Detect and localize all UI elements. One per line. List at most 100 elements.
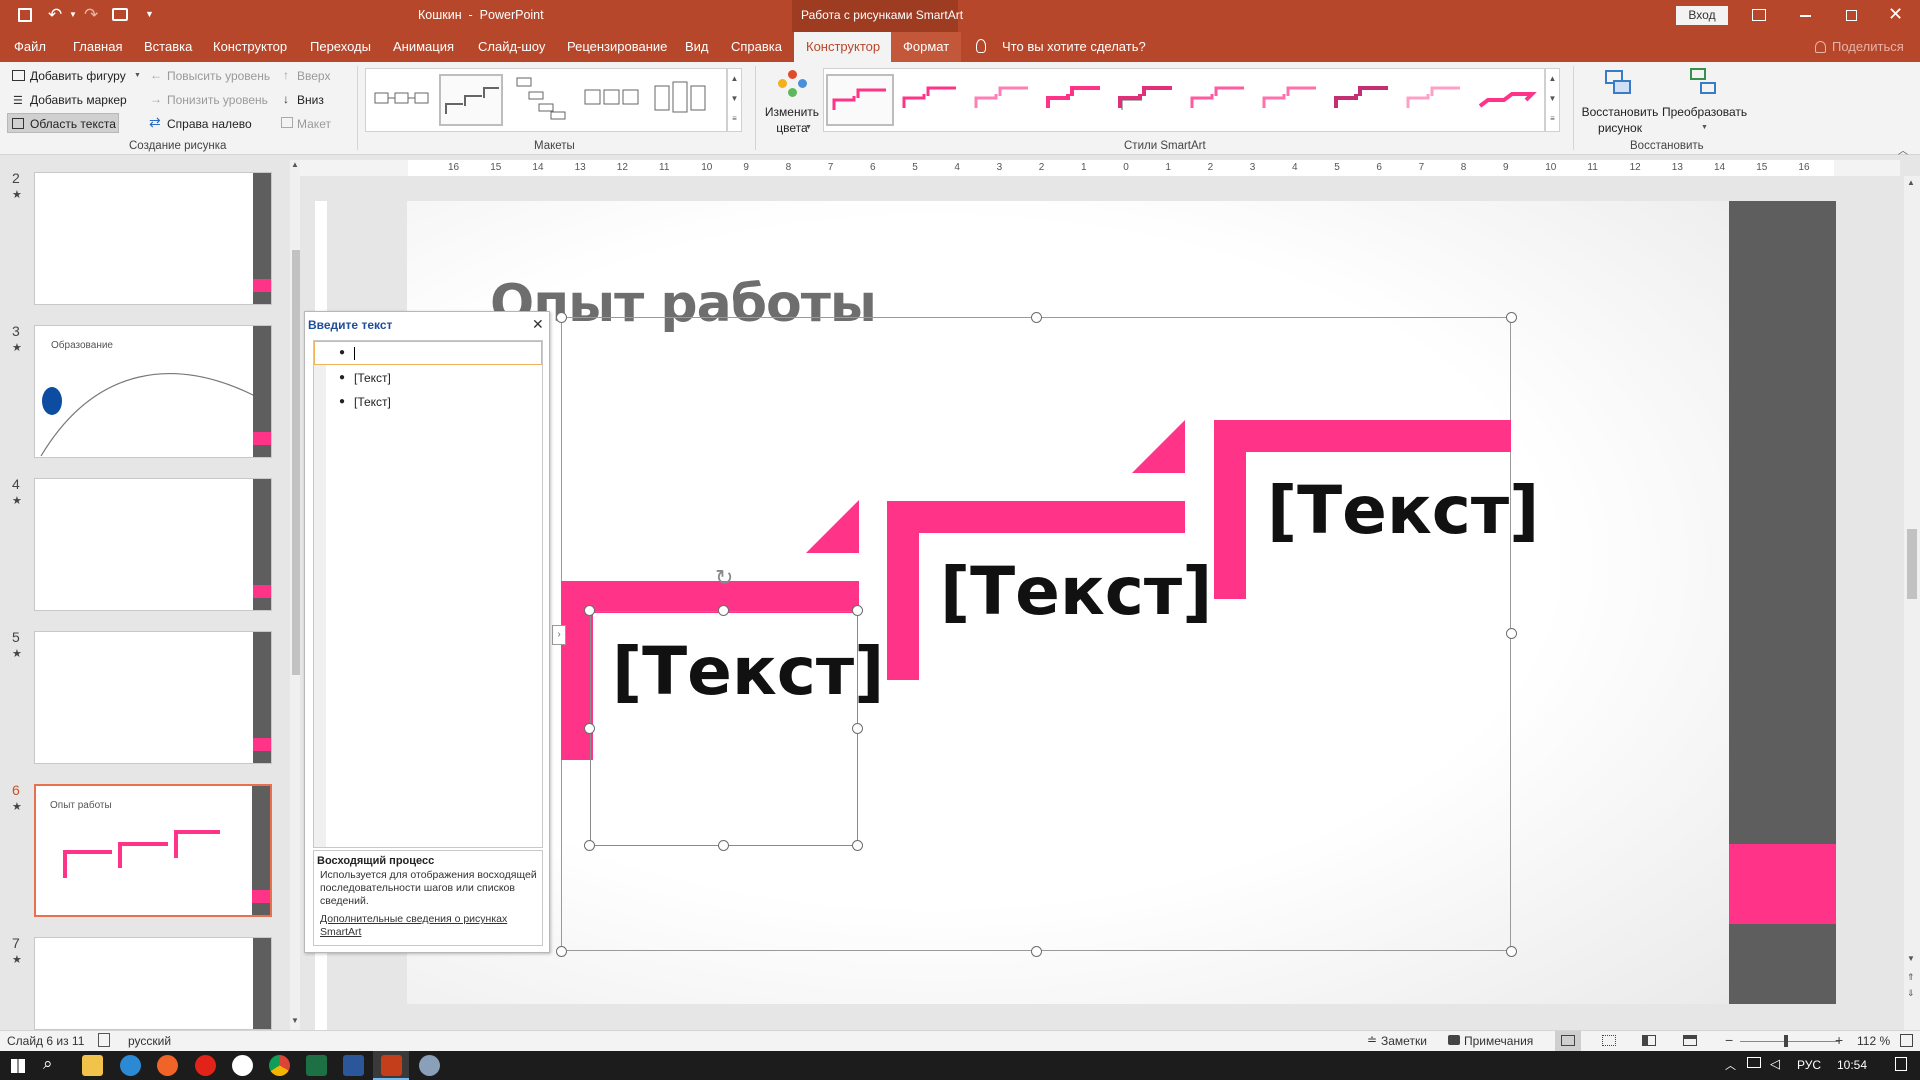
text-pane-close-icon[interactable]: ✕ [532, 316, 544, 333]
slide-6[interactable]: Опыт работы [Текст] [Текст] [Текст] ↻ › [407, 201, 1836, 1004]
style-option-8[interactable] [1330, 74, 1394, 126]
layout-option-block-list[interactable] [651, 74, 715, 126]
change-colors-dropdown-icon[interactable]: ▼ [805, 124, 812, 131]
slide-thumbnail-6[interactable]: Опыт работы [34, 784, 272, 917]
tab-format[interactable]: Формат [891, 32, 962, 62]
resize-handle[interactable] [852, 605, 863, 616]
bullet-text-2[interactable]: [Текст] [354, 371, 391, 385]
style-option-9[interactable] [1402, 74, 1466, 126]
minimize-icon[interactable] [1800, 15, 1811, 17]
close-icon[interactable]: ✕ [1888, 4, 1903, 25]
start-from-beginning-icon[interactable] [112, 8, 128, 21]
slideshow-icon[interactable] [1683, 1035, 1697, 1046]
resize-handle[interactable] [584, 723, 595, 734]
layout-option-arrow-process[interactable] [581, 74, 645, 126]
demote-button[interactable]: Понизить уровень [167, 93, 268, 107]
app-icon[interactable] [419, 1055, 440, 1076]
yandex-icon[interactable] [195, 1055, 216, 1076]
zoom-slider-thumb[interactable] [1784, 1035, 1788, 1047]
rotate-handle-icon[interactable]: ↻ [715, 565, 733, 591]
text-pane-editor[interactable]: ● ● [Текст] ● [Текст] [313, 340, 543, 848]
canvas-scrollbar[interactable]: ▲ ▼ ⇑ ⇓ [1904, 176, 1920, 1031]
search-icon[interactable]: ⌕ [43, 1054, 53, 1074]
change-colors-button[interactable]: Изменить цвета [764, 104, 820, 136]
undo-dropdown-icon[interactable]: ▼ [69, 10, 77, 19]
ribbon-display-options-icon[interactable] [1752, 9, 1766, 21]
powerpoint-icon[interactable] [381, 1055, 402, 1076]
add-shape-dropdown-icon[interactable]: ▼ [134, 72, 141, 79]
zoom-level[interactable]: 112 % [1857, 1034, 1890, 1048]
layouts-gallery[interactable] [365, 68, 727, 132]
frame-handle[interactable] [1506, 946, 1517, 957]
tab-view[interactable]: Вид [685, 32, 709, 62]
slide-sorter-icon[interactable] [1602, 1035, 1616, 1046]
text-pane-active-line[interactable] [314, 341, 542, 365]
smartart-step2-text[interactable]: [Текст] [940, 553, 1212, 630]
resize-handle[interactable] [852, 723, 863, 734]
bullet-text-3[interactable]: [Текст] [354, 395, 391, 409]
slide-thumbnail-3[interactable]: Образование [34, 325, 272, 458]
reading-view-icon[interactable] [1642, 1035, 1656, 1046]
zoom-in-button[interactable]: + [1835, 1032, 1843, 1048]
layout-option-hierarchy-list[interactable] [511, 74, 575, 126]
fit-to-window-icon[interactable] [1900, 1034, 1913, 1047]
share-button[interactable]: Поделиться [1832, 32, 1904, 62]
comments-button[interactable]: Примечания [1464, 1034, 1533, 1048]
slide-thumbnail-4[interactable] [34, 478, 272, 611]
frame-handle[interactable] [1031, 312, 1042, 323]
notes-button[interactable]: Заметки [1381, 1034, 1427, 1048]
tab-smartart-design[interactable]: Конструктор [794, 32, 893, 62]
word-icon[interactable] [343, 1055, 364, 1076]
layout-button[interactable]: Макет [297, 117, 331, 131]
notifications-icon[interactable] [1895, 1057, 1907, 1071]
maximize-icon[interactable] [1846, 10, 1857, 21]
save-icon[interactable] [18, 8, 32, 22]
tab-animations[interactable]: Анимация [393, 32, 454, 62]
reset-graphic-button[interactable]: Восстановить рисунок [1580, 104, 1660, 136]
chrome-icon[interactable] [269, 1055, 290, 1076]
slide-thumbnail-5[interactable] [34, 631, 272, 764]
clock[interactable]: 10:54 [1837, 1058, 1867, 1072]
zoom-slider[interactable] [1740, 1035, 1840, 1047]
text-pane-toggle[interactable]: › [552, 625, 566, 645]
prev-slide-icon[interactable]: ⇑ [1907, 972, 1915, 983]
promote-button[interactable]: Повысить уровень [167, 69, 270, 83]
frame-handle[interactable] [556, 946, 567, 957]
frame-handle[interactable] [1031, 946, 1042, 957]
styles-scroll[interactable]: ▲ ▼ ≡ [1545, 68, 1560, 132]
signin-button[interactable]: Вход [1676, 6, 1728, 25]
convert-dropdown-icon[interactable]: ▼ [1701, 124, 1708, 131]
tab-insert[interactable]: Вставка [144, 32, 192, 62]
network-icon[interactable] [1747, 1057, 1761, 1068]
tab-transitions[interactable]: Переходы [310, 32, 371, 62]
next-slide-icon[interactable]: ⇓ [1907, 988, 1915, 999]
customize-qat-icon[interactable]: ▼ [145, 9, 154, 19]
undo-icon[interactable]: ↶ [48, 5, 62, 25]
yandex-browser-icon[interactable] [232, 1055, 253, 1076]
style-option-3[interactable] [970, 74, 1034, 126]
volume-icon[interactable]: ◁ [1770, 1056, 1780, 1072]
collapse-ribbon-icon[interactable]: ︿ [1898, 142, 1908, 157]
file-explorer-icon[interactable] [82, 1055, 103, 1076]
smartart-styles-gallery[interactable] [823, 68, 1545, 132]
style-option-2[interactable] [898, 74, 962, 126]
style-option-4[interactable] [1042, 74, 1106, 126]
keyboard-language[interactable]: РУС [1797, 1058, 1821, 1072]
resize-handle[interactable] [718, 605, 729, 616]
convert-button[interactable]: Преобразовать [1662, 105, 1747, 119]
tab-file[interactable]: Файл [14, 32, 46, 62]
tab-home[interactable]: Главная [73, 32, 122, 62]
layouts-scroll[interactable]: ▲ ▼ ≡ [727, 68, 742, 132]
add-bullet-button[interactable]: Добавить маркер [30, 93, 127, 107]
add-shape-button[interactable]: Добавить фигуру [30, 69, 126, 83]
resize-handle[interactable] [852, 840, 863, 851]
style-option-1[interactable] [826, 74, 894, 126]
selected-shape-outline[interactable] [590, 611, 858, 846]
tab-design[interactable]: Конструктор [213, 32, 287, 62]
tray-chevron-icon[interactable]: ︿ [1725, 1057, 1736, 1073]
resize-handle[interactable] [718, 840, 729, 851]
layout-option-basic-process[interactable] [371, 74, 435, 126]
smartart-step3-text[interactable]: [Текст] [1267, 472, 1539, 549]
style-option-5[interactable] [1114, 74, 1178, 126]
move-up-button[interactable]: Вверх [297, 69, 330, 83]
